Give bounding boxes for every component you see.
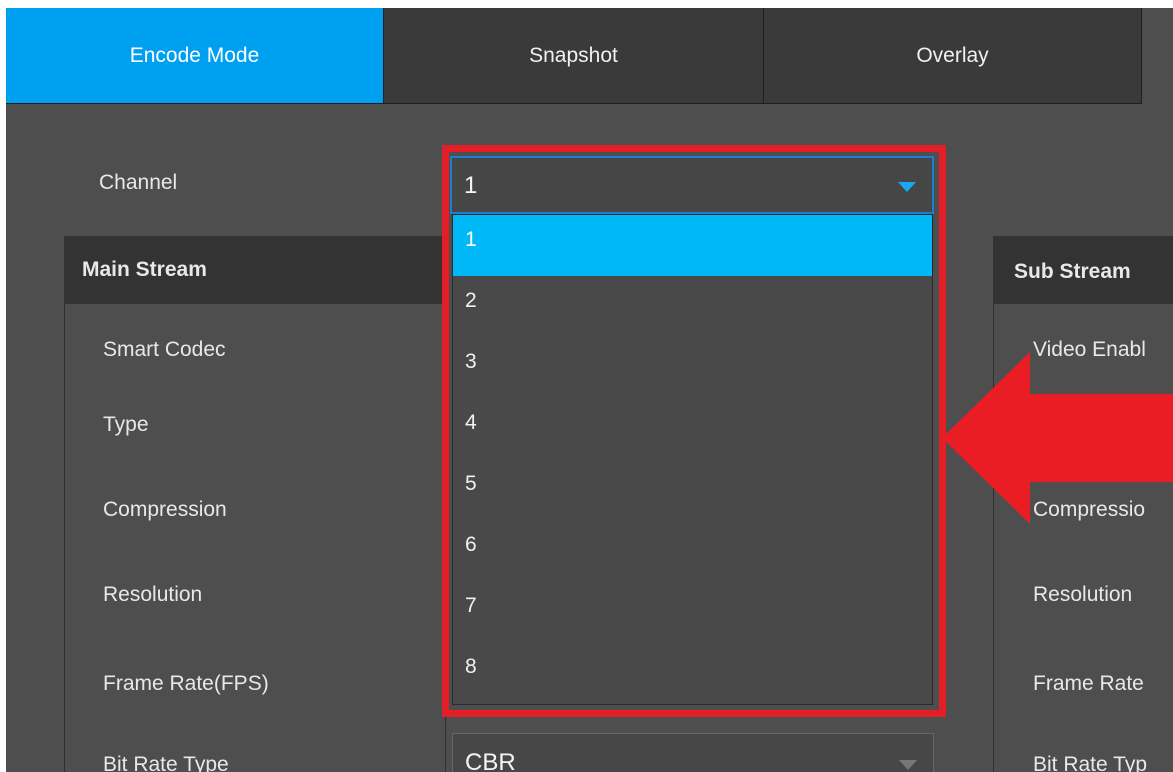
tab-overlay[interactable]: Overlay xyxy=(764,8,1142,104)
sub-bit-rate-type-label: Bit Rate Typ xyxy=(1033,753,1148,772)
sub-resolution-label: Resolution xyxy=(1033,583,1133,606)
tab-encode-mode[interactable]: Encode Mode xyxy=(6,8,384,104)
type-label: Type xyxy=(103,413,149,436)
bit-rate-type-select[interactable]: CBR xyxy=(452,733,934,772)
channel-label: Channel xyxy=(99,171,178,194)
frame-rate-label: Frame Rate(FPS) xyxy=(103,672,269,695)
sub-frame-rate-label: Frame Rate xyxy=(1033,672,1144,695)
bit-rate-type-value: CBR xyxy=(465,749,516,772)
compression-label: Compression xyxy=(103,498,227,521)
smart-codec-label: Smart Codec xyxy=(103,338,226,361)
resolution-label: Resolution xyxy=(103,583,203,606)
sub-stream-title: Sub Stream xyxy=(1014,260,1131,283)
chevron-down-icon xyxy=(899,760,917,770)
tab-bar: Encode Mode Snapshot Overlay xyxy=(6,8,1173,104)
bit-rate-type-label: Bit Rate Type xyxy=(103,753,229,772)
tab-snapshot[interactable]: Snapshot xyxy=(384,8,764,104)
arrow-left-icon xyxy=(942,352,1173,524)
main-stream-title: Main Stream xyxy=(82,258,207,281)
highlight-box xyxy=(442,145,946,717)
